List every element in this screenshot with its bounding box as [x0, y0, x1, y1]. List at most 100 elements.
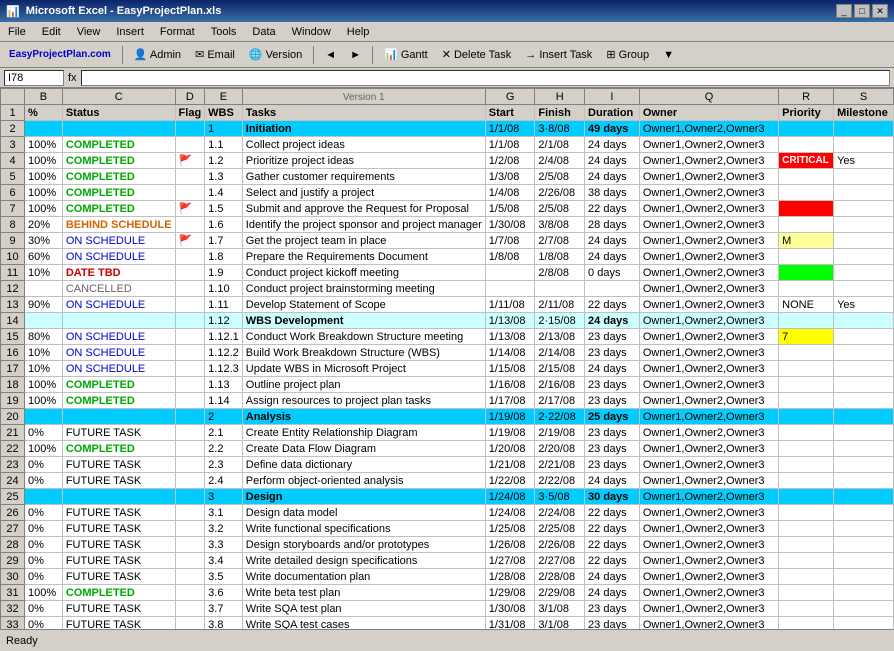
minimize-button[interactable]: _ [836, 4, 852, 18]
cell-start-8: 1/30/08 [485, 217, 535, 233]
corner-cell [1, 89, 25, 105]
cell-priority-27 [779, 521, 834, 537]
toolbar-forward[interactable]: ► [345, 44, 366, 66]
cell-finish-24: 2/22/08 [535, 473, 585, 489]
cell-start-28: 1/26/08 [485, 537, 535, 553]
menu-help[interactable]: Help [343, 25, 374, 39]
menu-view[interactable]: View [73, 25, 105, 39]
cell-owner-23: Owner1,Owner2,Owner3 [639, 457, 778, 473]
cell-pct-15: 80% [25, 329, 63, 345]
col-header-b[interactable]: B [25, 89, 63, 105]
cell-pct-5: 100% [25, 169, 63, 185]
menu-file[interactable]: File [4, 25, 30, 39]
col-header-f[interactable]: Version 1 [242, 89, 485, 105]
table-row: 210%FUTURE TASK2.1Create Entity Relation… [1, 425, 894, 441]
cell-owner-4: Owner1,Owner2,Owner3 [639, 153, 778, 169]
cell-task-15: Conduct Work Breakdown Structure meeting [242, 329, 485, 345]
cell-finish-8: 3/8/08 [535, 217, 585, 233]
cell-milestone-21 [834, 425, 894, 441]
menu-tools[interactable]: Tools [207, 25, 241, 39]
cell-task-33: Write SQA test cases [242, 617, 485, 630]
toolbar-delete-task[interactable]: ✕ Delete Task [437, 44, 517, 66]
cell-duration-19: 23 days [585, 393, 640, 409]
cell-finish-20: 2·22/08 [535, 409, 585, 425]
col-header-h[interactable]: H [535, 89, 585, 105]
cell-start-21: 1/19/08 [485, 425, 535, 441]
cell-flag-29 [175, 553, 205, 569]
col-header-s[interactable]: S [834, 89, 894, 105]
cell-pct-26: 0% [25, 505, 63, 521]
row-num-11: 11 [1, 265, 25, 281]
cell-flag-8 [175, 217, 205, 233]
cell-pct-18: 100% [25, 377, 63, 393]
cell-priority-13: NONE [779, 297, 834, 313]
cell-flag-23 [175, 457, 205, 473]
cell-flag-22 [175, 441, 205, 457]
toolbar-sep2 [313, 46, 314, 64]
cell-status-2 [62, 121, 175, 137]
cell-task-3: Collect project ideas [242, 137, 485, 153]
cell-start-5: 1/3/08 [485, 169, 535, 185]
menu-insert[interactable]: Insert [112, 25, 148, 39]
toolbar-filter[interactable]: ▼ [658, 44, 679, 66]
cell-pct-7: 100% [25, 201, 63, 217]
cell-task-25: Design [242, 489, 485, 505]
cell-finish-18: 2/16/08 [535, 377, 585, 393]
maximize-button[interactable]: □ [854, 4, 870, 18]
cell-status-13: ON SCHEDULE [62, 297, 175, 313]
cell-priority-11 [779, 265, 834, 281]
close-button[interactable]: ✕ [872, 4, 888, 18]
cell-pct-8: 20% [25, 217, 63, 233]
toolbar-insert-task[interactable]: → Insert Task [520, 44, 597, 66]
name-box[interactable] [4, 70, 64, 86]
cell-status-15: ON SCHEDULE [62, 329, 175, 345]
toolbar-group[interactable]: ⊞ Group [601, 44, 654, 66]
cell-pct-3: 100% [25, 137, 63, 153]
formula-input[interactable] [81, 70, 890, 86]
menu-format[interactable]: Format [156, 25, 199, 39]
cell-task-5: Gather customer requirements [242, 169, 485, 185]
toolbar-logo[interactable]: EasyProjectPlan.com [4, 44, 116, 66]
toolbar-back[interactable]: ◄ [320, 44, 341, 66]
cell-wbs-23: 2.3 [205, 457, 243, 473]
col-status-label: Status [62, 105, 175, 121]
cell-pct-32: 0% [25, 601, 63, 617]
cell-duration-15: 23 days [585, 329, 640, 345]
cell-flag-13 [175, 297, 205, 313]
menu-data[interactable]: Data [248, 25, 279, 39]
col-header-c[interactable]: C [62, 89, 175, 105]
cell-milestone-13: Yes [834, 297, 894, 313]
cell-pct-30: 0% [25, 569, 63, 585]
spreadsheet-wrapper: B C D E Version 1 G H I Q R S 1 % Status [0, 88, 894, 629]
col-header-g[interactable]: G [485, 89, 535, 105]
col-header-d[interactable]: D [175, 89, 205, 105]
cell-wbs-15: 1.12.1 [205, 329, 243, 345]
cell-priority-19 [779, 393, 834, 409]
menu-window[interactable]: Window [288, 25, 335, 39]
spreadsheet[interactable]: B C D E Version 1 G H I Q R S 1 % Status [0, 88, 894, 629]
col-header-q[interactable]: Q [639, 89, 778, 105]
toolbar-email[interactable]: ✉ Email [190, 44, 240, 66]
cell-start-15: 1/13/08 [485, 329, 535, 345]
cell-finish-5: 2/5/08 [535, 169, 585, 185]
cell-status-30: FUTURE TASK [62, 569, 175, 585]
cell-wbs-30: 3.5 [205, 569, 243, 585]
cell-milestone-29 [834, 553, 894, 569]
row-num-14: 14 [1, 313, 25, 329]
toolbar-admin[interactable]: 👤 Admin [129, 44, 186, 66]
cell-priority-15: 7 [779, 329, 834, 345]
col-header-r[interactable]: R [779, 89, 834, 105]
toolbar-gantt[interactable]: 📊 Gantt [379, 44, 433, 66]
cell-milestone-20 [834, 409, 894, 425]
cell-owner-6: Owner1,Owner2,Owner3 [639, 185, 778, 201]
cell-pct-27: 0% [25, 521, 63, 537]
col-header-i[interactable]: I [585, 89, 640, 105]
cell-owner-10: Owner1,Owner2,Owner3 [639, 249, 778, 265]
cell-wbs-13: 1.11 [205, 297, 243, 313]
menu-edit[interactable]: Edit [38, 25, 65, 39]
col-header-e[interactable]: E [205, 89, 243, 105]
table-row: 320%FUTURE TASK3.7Write SQA test plan1/3… [1, 601, 894, 617]
toolbar-version[interactable]: 🌐 Version [244, 44, 307, 66]
table-row: 21Initiation1/1/083·8/0849 daysOwner1,Ow… [1, 121, 894, 137]
cell-flag-31 [175, 585, 205, 601]
